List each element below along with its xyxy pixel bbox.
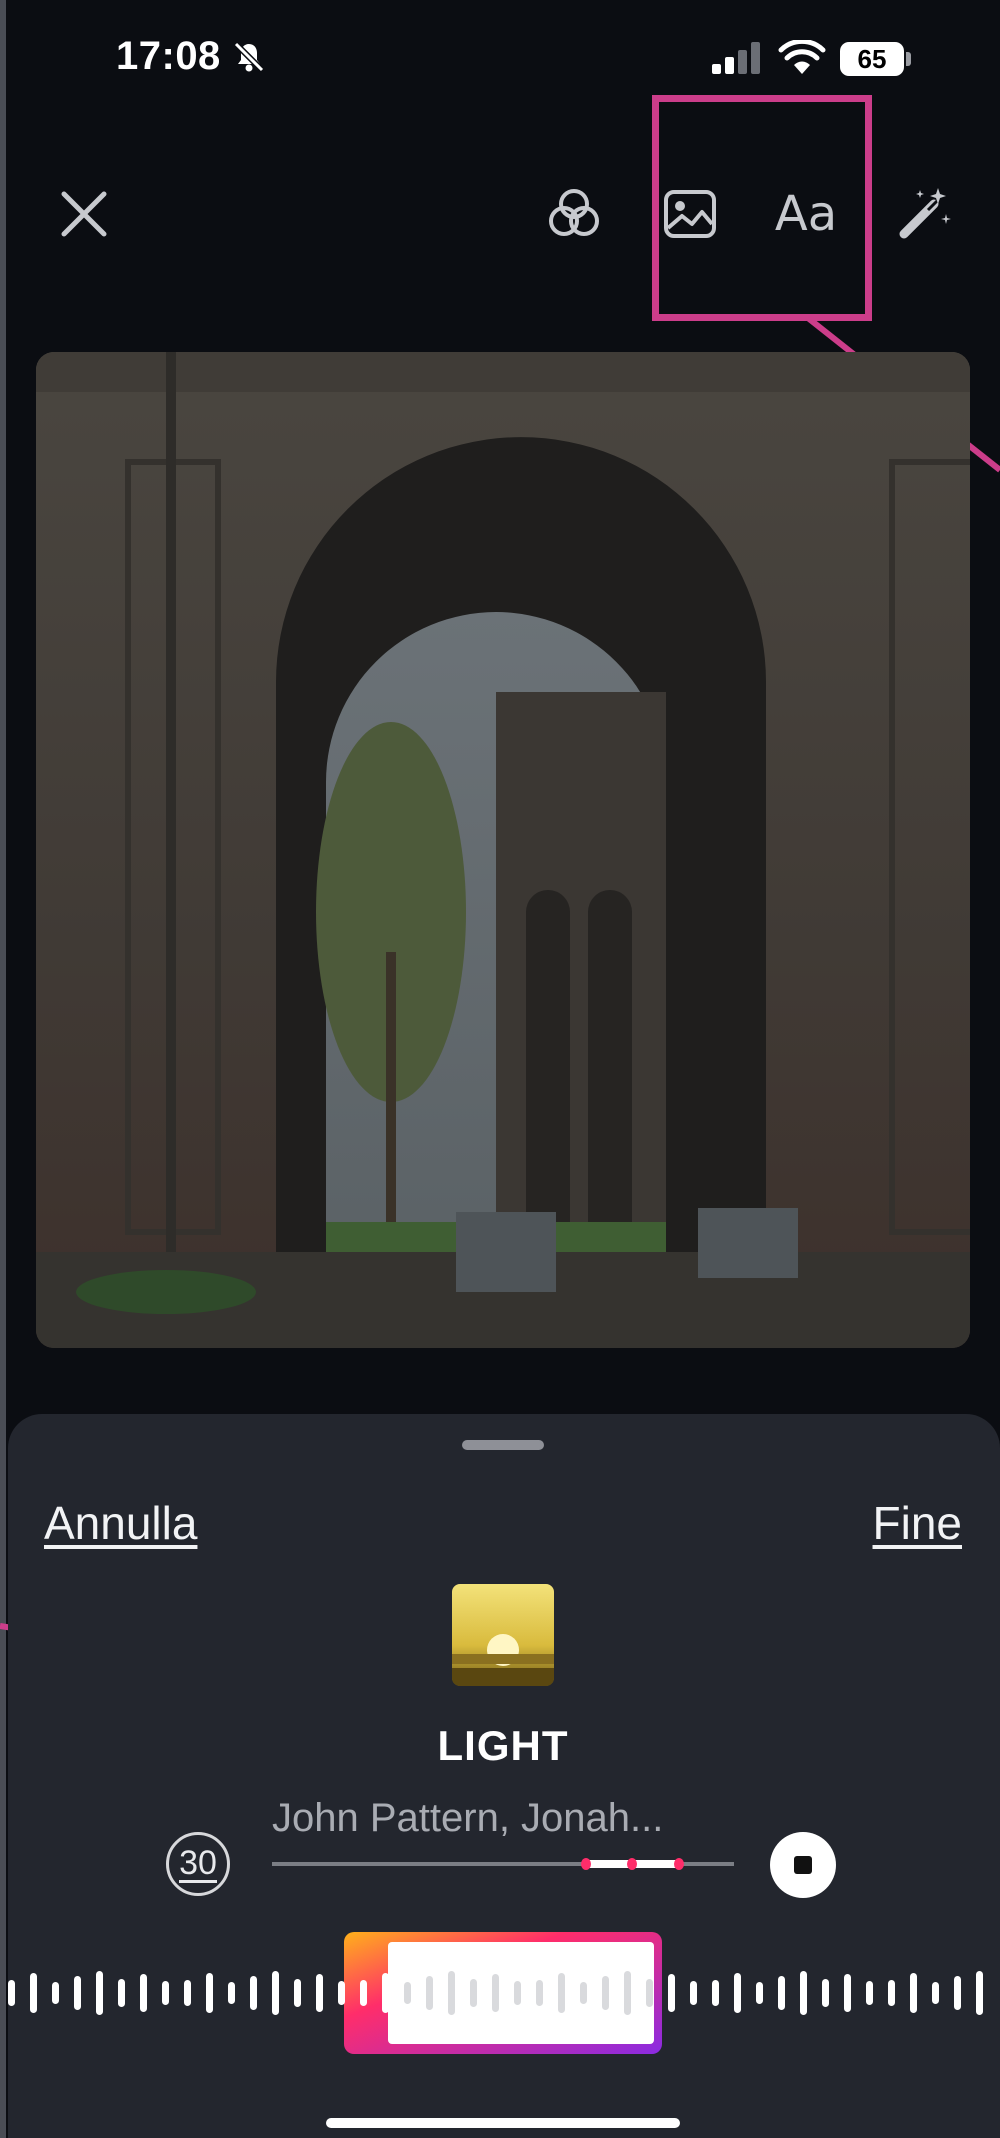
magic-wand-icon	[899, 188, 951, 239]
waveform-bar	[492, 1974, 499, 2012]
signal-icon	[712, 42, 764, 79]
waveform-bar	[360, 1980, 367, 2006]
waveform-bar	[404, 1982, 411, 2004]
close-icon	[61, 191, 107, 237]
waveform-bar	[844, 1974, 851, 2012]
waveform-bar	[778, 1976, 785, 2010]
waveform-bar	[602, 1976, 609, 2010]
cancel-button[interactable]: Annulla	[44, 1496, 197, 1550]
sheet-grabber[interactable]	[462, 1440, 544, 1450]
waveform-bar	[536, 1980, 543, 2006]
waveform-bar	[866, 1981, 873, 2005]
waveform-bar	[30, 1973, 37, 2013]
song-title: LIGHT	[437, 1722, 569, 1769]
waveform-bar	[140, 1974, 147, 2012]
waveform-bar	[426, 1976, 433, 2010]
waveform-bar	[954, 1976, 961, 2010]
waveform-bar	[646, 1979, 653, 2007]
audio-waveform-scrubber[interactable]	[0, 1926, 1000, 2066]
done-button[interactable]: Fine	[873, 1496, 962, 1550]
archway-photo	[36, 352, 970, 1348]
wifi-icon	[778, 38, 826, 81]
left-edge-strip	[0, 0, 6, 2138]
close-button[interactable]	[50, 180, 118, 248]
highlight-annotation-box	[652, 95, 872, 321]
waveform-bar	[118, 1979, 125, 2007]
filters-button[interactable]	[536, 176, 612, 252]
waveform-bar	[514, 1981, 521, 2005]
waveform-bar	[206, 1973, 213, 2013]
waveform-bar	[800, 1971, 807, 2015]
waveform-bar	[162, 1981, 169, 2005]
waveform-bar	[910, 1973, 917, 2013]
waveform-bar	[96, 1971, 103, 2015]
battery-tip	[906, 52, 911, 66]
waveform-bar	[338, 1981, 345, 2005]
waveform-bar	[932, 1982, 939, 2004]
waveform-bar	[734, 1973, 741, 2013]
waveform-bar	[580, 1982, 587, 2004]
stop-button[interactable]	[770, 1832, 836, 1898]
waveform-bar	[74, 1976, 81, 2010]
waveform-bar	[228, 1982, 235, 2004]
magic-wand-button[interactable]	[886, 176, 962, 252]
stop-icon	[794, 1856, 812, 1874]
waveform-bar	[470, 1979, 477, 2007]
waveform-bar	[888, 1980, 895, 2006]
clip-duration-button[interactable]: 30	[166, 1832, 230, 1896]
waveform-bar	[976, 1971, 983, 2015]
status-time: 17:08	[116, 34, 221, 78]
home-indicator	[326, 2118, 680, 2128]
waveform-bar	[668, 1974, 675, 2012]
bell-slash-icon	[232, 40, 266, 79]
clip-duration-label: 30	[179, 1843, 217, 1883]
song-artist: John Pattern, Jonah...	[272, 1796, 664, 1840]
waveform-bar	[690, 1981, 697, 2005]
waveform-bar	[272, 1971, 279, 2015]
waveform-bar	[558, 1973, 565, 2013]
waveform-bar	[294, 1979, 301, 2007]
waveform-bar	[382, 1973, 389, 2013]
filters-icon	[549, 189, 599, 236]
waveform-bar	[756, 1982, 763, 2004]
waveform-bar	[822, 1979, 829, 2007]
waveform-bar	[8, 1980, 15, 2006]
battery-icon: 65	[840, 42, 904, 76]
selection-end-marker	[673, 1858, 684, 1870]
waveform-bar	[52, 1982, 59, 2004]
waveform-bar	[624, 1971, 631, 2015]
waveform-bar	[184, 1980, 191, 2006]
album-art	[452, 1584, 554, 1686]
waveform-bar	[448, 1971, 455, 2015]
photo-preview[interactable]	[36, 352, 970, 1348]
waveform-bar	[316, 1974, 323, 2012]
waveform-bar	[712, 1980, 719, 2006]
waveform-bar	[250, 1976, 257, 2010]
